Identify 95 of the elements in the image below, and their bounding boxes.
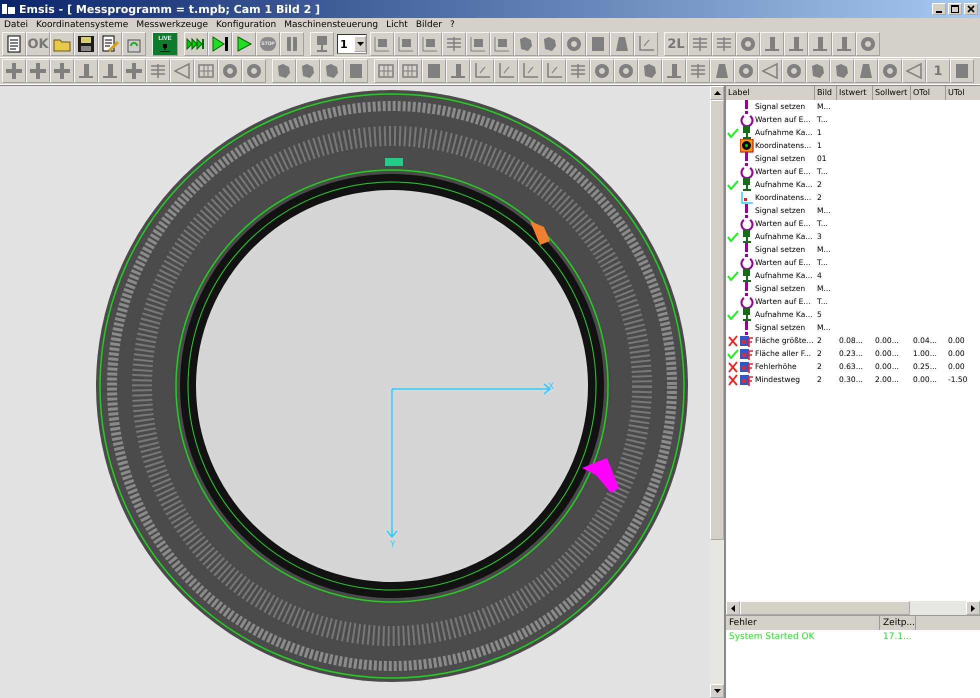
toolbar-button[interactable]: [50, 32, 74, 56]
lines-icon: [690, 34, 710, 54]
camera-dropdown[interactable]: 1: [337, 34, 367, 54]
circle-icon: [592, 61, 612, 81]
circle-icon: [736, 61, 756, 81]
feature-icon: [740, 346, 754, 360]
toolbar-button[interactable]: [74, 32, 98, 56]
maximize-button[interactable]: [948, 3, 962, 15]
camera-stand-icon: [740, 230, 754, 244]
cross-icon: [124, 61, 144, 81]
bar-icon: [448, 61, 468, 81]
toolbar-button[interactable]: [232, 32, 256, 56]
menu-item[interactable]: Bilder: [416, 20, 442, 30]
scroll-up-icon: [714, 91, 720, 95]
minimize-button[interactable]: [932, 3, 946, 15]
axes-icon: [740, 190, 754, 204]
log-cell-text: 17.1...: [882, 632, 913, 642]
camera-stand-icon: [740, 178, 754, 192]
column-header[interactable]: Sollwert: [873, 86, 911, 100]
toolbar-button[interactable]: [184, 32, 208, 56]
vertical-scrollbar[interactable]: [710, 86, 724, 698]
circle-icon: [616, 61, 636, 81]
lines-icon: [568, 61, 588, 81]
maximize-icon: [951, 5, 959, 13]
camera-stand-icon: [740, 268, 754, 282]
scroll-thumb[interactable]: [710, 100, 724, 540]
dropdown-value: 1: [339, 38, 349, 50]
cross-icon: [28, 61, 48, 81]
bar-icon: [810, 34, 830, 54]
menu-item[interactable]: ?: [450, 20, 455, 30]
horizontal-scrollbar[interactable]: [726, 601, 980, 615]
app-logo-icon: [2, 3, 16, 15]
menu-item[interactable]: Maschinensteuerung: [284, 20, 378, 30]
cross-icon: [4, 61, 24, 81]
triangle-icon: [172, 61, 192, 81]
bar-icon: [100, 61, 120, 81]
menu-item[interactable]: Datei: [4, 20, 28, 30]
toolbar-button[interactable]: [98, 32, 122, 56]
frame-icon: [468, 34, 488, 54]
window-title: Emsis - [ Messprogramm = t.mpb; Cam 1 Bild 2 ]: [19, 2, 322, 16]
column-header[interactable]: Bild: [815, 86, 837, 100]
lines-icon: [444, 34, 464, 54]
step-forward-icon: [210, 34, 230, 54]
scroll-left-icon: [731, 604, 735, 612]
dropdown-arrow-button[interactable]: [354, 36, 366, 52]
toolbar-button[interactable]: [208, 32, 232, 56]
toolbar-button[interactable]: [2, 32, 26, 56]
circle-icon: [738, 34, 758, 54]
lines-icon: [148, 61, 168, 81]
pencil-on-page-icon: [100, 34, 120, 54]
menu-item[interactable]: Konfiguration: [216, 20, 276, 30]
frame-icon: [396, 34, 416, 54]
circle-icon: [858, 34, 878, 54]
feature-icon: [740, 334, 754, 348]
camera-stand-icon: [740, 126, 754, 140]
column-header[interactable]: Istwert: [837, 86, 873, 100]
lines-icon: [714, 34, 734, 54]
circle-icon: [564, 34, 584, 54]
scroll-right-icon: [971, 604, 975, 612]
menu-item[interactable]: Messwerkzeuge: [136, 20, 208, 30]
camera-stand-icon: [158, 44, 172, 52]
scroll-thumb[interactable]: [740, 601, 910, 615]
circle-icon: [784, 61, 804, 81]
toolbar-button[interactable]: [122, 32, 146, 56]
close-button[interactable]: [964, 3, 978, 15]
bar-icon: [76, 61, 96, 81]
bar-icon: [834, 34, 854, 54]
frame-icon: [420, 34, 440, 54]
frame-icon: [492, 34, 512, 54]
caret-icon: [356, 42, 364, 46]
column-header[interactable]: OTol: [911, 86, 946, 100]
lines-icon: [688, 61, 708, 81]
camera-stand-icon: [740, 308, 754, 322]
column-header[interactable]: Zeitp...: [880, 616, 916, 630]
close-icon: [967, 5, 975, 13]
bar-icon: [762, 34, 782, 54]
target-icon: [740, 138, 754, 152]
bar-icon: [664, 61, 684, 81]
triangle-icon: [760, 61, 780, 81]
circle-icon: [220, 61, 240, 81]
log-cell-text: System Started OK: [728, 632, 816, 642]
column-header[interactable]: UTol: [946, 86, 976, 100]
feature-icon: [740, 360, 754, 374]
feature-icon: [740, 372, 754, 386]
circle-icon: [244, 61, 264, 81]
axis-label: Y: [390, 540, 396, 550]
circle-icon: [880, 61, 900, 81]
cross-icon: [52, 61, 72, 81]
triangle-icon: [904, 61, 924, 81]
menu-item[interactable]: Licht: [386, 20, 408, 30]
column-header[interactable]: Fehler: [726, 616, 880, 630]
bar-icon: [786, 34, 806, 54]
frame-icon: [372, 34, 392, 54]
scroll-down-icon: [714, 689, 720, 693]
menu-item[interactable]: Koordinatensysteme: [36, 20, 128, 30]
